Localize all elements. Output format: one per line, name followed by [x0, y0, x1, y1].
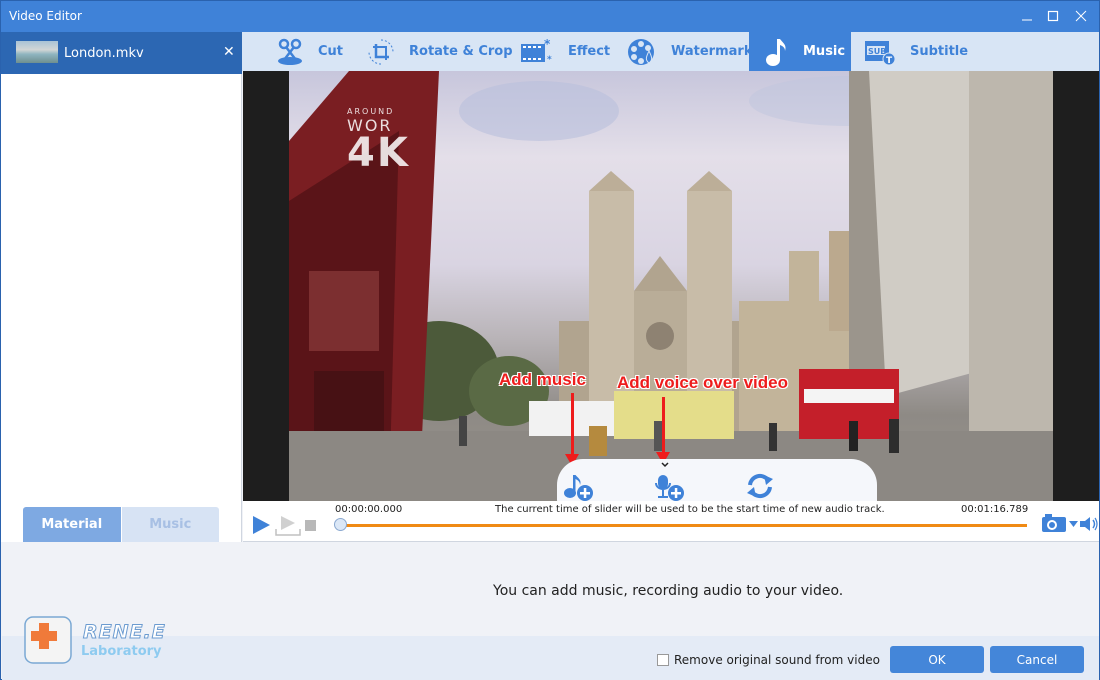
close-icon	[1075, 10, 1087, 22]
timeline-slider-handle[interactable]	[334, 518, 347, 531]
tab-rotate-crop[interactable]: Rotate & Crop	[367, 32, 513, 71]
remove-original-sound-label: Remove original sound from video	[674, 653, 880, 667]
microphone-add-icon	[655, 475, 684, 501]
maximize-icon	[1047, 10, 1059, 22]
video-editor-window: Video Editor London.mkv ✕ Material Music	[0, 0, 1100, 680]
volume-icon[interactable]	[1079, 516, 1099, 532]
editor-toolbar: Cut Rotate & Crop * * Effect Watermark M…	[242, 32, 1099, 71]
media-sidebar: London.mkv ✕ Material Music	[1, 32, 242, 542]
play-preview-icon[interactable]	[275, 515, 301, 537]
slider-hint: The current time of slider will be used …	[495, 504, 885, 515]
audio-action-bar	[557, 459, 877, 501]
title-bar: Video Editor	[1, 1, 1099, 32]
music-info-message: You can add music, recording audio to yo…	[493, 583, 844, 599]
video-preview[interactable]: AROUND WOR 4K Add music Add voice over v…	[243, 71, 1099, 501]
tab-watermark[interactable]: Watermark	[627, 32, 752, 71]
add-music-button[interactable]	[563, 471, 593, 501]
minimize-button[interactable]	[1013, 5, 1041, 27]
music-info-panel: You can add music, recording audio to yo…	[2, 543, 1099, 636]
maximize-button[interactable]	[1039, 5, 1067, 27]
tab-music[interactable]: Music	[749, 32, 851, 71]
brand-subtitle: Laboratory	[81, 644, 162, 659]
svg-text:T: T	[886, 56, 893, 66]
checkbox-box[interactable]	[657, 654, 669, 666]
ok-button[interactable]: OK	[890, 646, 984, 673]
tab-cut-label: Cut	[318, 44, 344, 59]
cancel-button[interactable]: Cancel	[990, 646, 1084, 673]
file-name: London.mkv	[64, 46, 144, 61]
tab-subtitle-label: Subtitle	[910, 44, 969, 59]
tab-music-label: Music	[803, 44, 846, 59]
svg-text:*: *	[544, 38, 551, 51]
refresh-icon	[747, 473, 773, 499]
play-icon[interactable]	[251, 515, 271, 535]
tab-rotate-crop-label: Rotate & Crop	[409, 44, 513, 59]
total-time: 00:01:16.789	[961, 504, 1029, 515]
brand-name: RENE.E	[83, 621, 166, 644]
reset-audio-button[interactable]	[745, 471, 775, 499]
add-voiceover-button[interactable]	[654, 462, 684, 501]
video-watermark: AROUND WOR 4K	[347, 107, 410, 176]
sidebar-tabs: Material Music	[23, 507, 219, 542]
annotation-arrow-music	[565, 393, 579, 466]
tab-material[interactable]: Material	[23, 507, 121, 542]
annotation-add-voice: Add voice over video	[617, 373, 788, 392]
annotation-add-music: Add music	[499, 370, 586, 389]
annotation-arrow-voice	[656, 397, 670, 464]
current-time: 00:00:00.000	[335, 504, 403, 515]
subtitle-icon: SUB T	[865, 40, 896, 66]
remove-original-sound-checkbox[interactable]: Remove original sound from video	[657, 653, 880, 667]
music-add-icon	[564, 475, 593, 501]
file-thumbnail	[16, 41, 58, 63]
music-note-icon	[766, 38, 786, 66]
svg-text:SUB: SUB	[868, 47, 886, 56]
crop-rotate-icon	[368, 39, 394, 64]
file-item-london[interactable]: London.mkv ✕	[1, 32, 242, 74]
svg-text:*: *	[547, 55, 552, 65]
window-title: Video Editor	[9, 9, 82, 23]
remove-file-icon[interactable]: ✕	[223, 44, 235, 60]
effect-film-icon: * *	[521, 38, 552, 65]
stop-icon[interactable]	[305, 520, 316, 531]
close-button[interactable]	[1067, 5, 1095, 27]
camera-icon[interactable]	[1041, 513, 1067, 533]
snapshot-dropdown-icon[interactable]	[1069, 521, 1078, 527]
timeline-slider[interactable]	[341, 524, 1027, 527]
tab-subtitle[interactable]: SUB T Subtitle	[864, 32, 968, 71]
minimize-icon	[1022, 19, 1032, 21]
tab-watermark-label: Watermark	[671, 44, 753, 59]
scissors-icon	[278, 38, 302, 65]
voiceover-dropdown-icon[interactable]	[661, 462, 669, 468]
tab-effect[interactable]: * * Effect	[520, 32, 610, 71]
rene-logo-icon	[24, 616, 72, 664]
tab-cut[interactable]: Cut	[276, 32, 343, 71]
playback-controls: 00:00:00.000 The current time of slider …	[243, 501, 1099, 542]
video-frame: AROUND WOR 4K Add music Add voice over v…	[289, 71, 1053, 501]
watermark-reel-icon	[628, 38, 654, 65]
tab-music-library[interactable]: Music	[121, 507, 219, 542]
tab-effect-label: Effect	[568, 44, 611, 59]
